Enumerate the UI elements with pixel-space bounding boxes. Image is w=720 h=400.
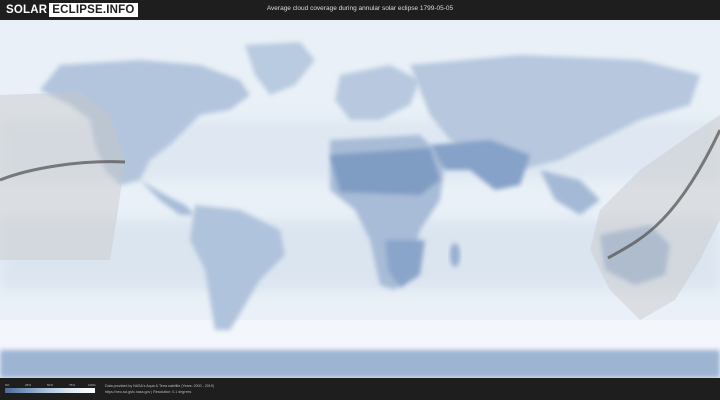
legend-tick-0: 0% (5, 383, 10, 387)
map-svg (0, 20, 720, 378)
antarctica-landmass (0, 350, 720, 378)
legend-tick-75: 75% (69, 383, 76, 387)
madagascar-landmass (450, 243, 460, 267)
header-bar: SOLAR ECLIPSE.INFO Average cloud coverag… (0, 0, 720, 20)
legend-tick-100: 100% (88, 383, 96, 387)
credit-line-2: https://neo.sci.gsfc.nasa.gov | Resoluti… (105, 390, 192, 394)
legend-tick-50: 50% (47, 383, 54, 387)
eclipse-zone-west (0, 92, 125, 260)
footer-bar: 0% 25% 50% 75% 100% Data provided by NAS… (0, 378, 720, 400)
cloud-coverage-legend (5, 388, 95, 393)
sahara-region (330, 148, 440, 195)
credit-line-1: Data provided by NASA's Aqua & Terra sat… (105, 384, 214, 388)
page-title: Average cloud coverage during annular so… (266, 5, 454, 12)
legend-tick-25: 25% (25, 383, 32, 387)
cloud-coverage-map (0, 20, 720, 378)
